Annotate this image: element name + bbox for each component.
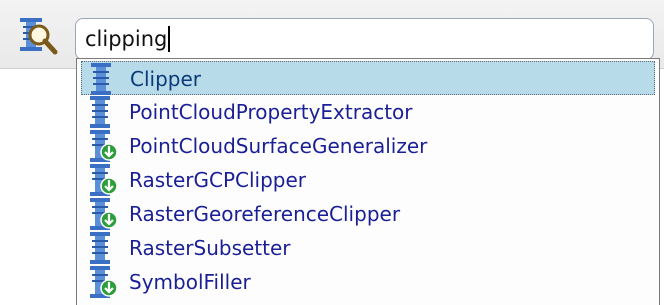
list-item-rastergeoreferenceclipper[interactable]: RasterGeoreferenceClipper bbox=[81, 197, 655, 231]
list-item-label: SymbolFiller bbox=[129, 270, 251, 294]
text-caret bbox=[168, 26, 171, 52]
transformer-download-icon bbox=[85, 265, 119, 299]
search-input-text: clipping bbox=[85, 27, 168, 51]
autocomplete-dropdown: Clipper PointCloudPropertyExtractor Poin… bbox=[76, 58, 660, 305]
list-item-label: Clipper bbox=[130, 67, 201, 91]
list-item-label: RasterGeoreferenceClipper bbox=[129, 202, 401, 226]
transformer-download-icon bbox=[85, 197, 119, 231]
list-item-label: PointCloudSurfaceGeneralizer bbox=[129, 134, 428, 158]
list-item-symbolfiller[interactable]: SymbolFiller bbox=[81, 265, 655, 299]
transformer-download-icon bbox=[85, 129, 119, 163]
transformer-icon bbox=[85, 231, 119, 265]
magnifier-transformer-icon[interactable] bbox=[17, 14, 61, 58]
list-item-pointcloudsurfacegeneralizer[interactable]: PointCloudSurfaceGeneralizer bbox=[81, 129, 655, 163]
list-item-label: RasterSubsetter bbox=[129, 236, 291, 260]
list-item-label: RasterGCPClipper bbox=[129, 168, 307, 192]
transformer-download-icon bbox=[85, 163, 119, 197]
list-item-rastersubsetter[interactable]: RasterSubsetter bbox=[81, 231, 655, 265]
list-item-label: PointCloudPropertyExtractor bbox=[129, 100, 413, 124]
transformer-icon bbox=[85, 95, 119, 129]
list-item-rastergcpclipper[interactable]: RasterGCPClipper bbox=[81, 163, 655, 197]
transformer-icon bbox=[86, 62, 120, 96]
search-input[interactable]: clipping bbox=[75, 18, 654, 60]
list-item-pointcloudpropertyextractor[interactable]: PointCloudPropertyExtractor bbox=[81, 95, 655, 129]
list-item-clipper[interactable]: Clipper bbox=[81, 61, 655, 95]
